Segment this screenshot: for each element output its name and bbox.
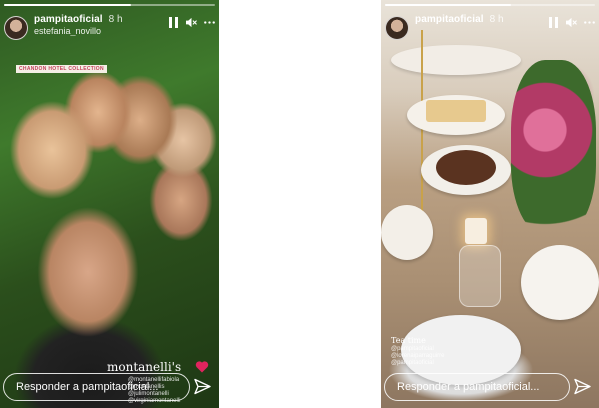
mention[interactable]: @pampitaoficial — [391, 360, 434, 367]
paper-plane-icon[interactable] — [574, 378, 591, 395]
story-meta: pampitaoficial 8 h estefania_novillo — [34, 14, 123, 36]
teacup-right — [521, 245, 599, 320]
avatar[interactable] — [385, 16, 409, 40]
story-header: pampitaoficial 8 h — [385, 14, 595, 48]
pause-icon[interactable] — [168, 17, 179, 28]
story-progress-bar — [4, 4, 215, 6]
reply-placeholder: Responder a pampitaoficial... — [397, 381, 540, 393]
reply-placeholder: Responder a pampitaoficial... — [16, 381, 159, 393]
caption: Tea time — [391, 336, 426, 345]
story-controls — [548, 17, 595, 28]
timestamp: 8 h — [108, 14, 123, 25]
flower-arrangement — [511, 60, 596, 235]
brownies — [436, 150, 496, 185]
mention[interactable]: @pampitaoficial — [391, 346, 434, 353]
heart-icon — [195, 360, 209, 374]
more-dots-icon[interactable] — [204, 17, 215, 28]
glass — [459, 245, 501, 307]
username[interactable]: pampitaoficial — [34, 14, 103, 25]
speaker-muted-icon[interactable] — [566, 17, 577, 28]
reply-input[interactable]: Responder a pampitaoficial... — [3, 373, 190, 401]
avatar[interactable] — [4, 16, 28, 40]
story-meta: pampitaoficial 8 h — [415, 14, 504, 25]
candle — [465, 218, 487, 244]
story-progress-bar — [385, 4, 595, 6]
timestamp: 8 h — [489, 14, 504, 25]
story-progress-fill — [385, 4, 511, 6]
location-tag[interactable]: CHANDON HOTEL COLLECTION — [16, 65, 107, 73]
story-controls — [168, 17, 215, 28]
story-left[interactable]: pampitaoficial 8 h estefania_novillo CHA… — [0, 0, 219, 408]
paper-plane-icon[interactable] — [194, 378, 211, 395]
story-progress-fill — [4, 4, 131, 6]
reply-input[interactable]: Responder a pampitaoficial... — [384, 373, 570, 401]
story-right[interactable]: pampitaoficial 8 h Tea time @pampitaofic… — [381, 0, 599, 408]
tagged-user[interactable]: estefania_novillo — [34, 26, 123, 36]
brand-text: montanelli's — [107, 360, 182, 374]
speaker-muted-icon[interactable] — [186, 17, 197, 28]
story-header: pampitaoficial 8 h estefania_novillo — [4, 14, 215, 48]
pastries — [426, 100, 486, 122]
teacup-left — [381, 205, 433, 260]
mention[interactable]: @lorenaiparraguirre — [391, 353, 444, 360]
more-dots-icon[interactable] — [584, 17, 595, 28]
cake-stand-top — [391, 45, 521, 75]
pause-icon[interactable] — [548, 17, 559, 28]
username[interactable]: pampitaoficial — [415, 14, 484, 25]
